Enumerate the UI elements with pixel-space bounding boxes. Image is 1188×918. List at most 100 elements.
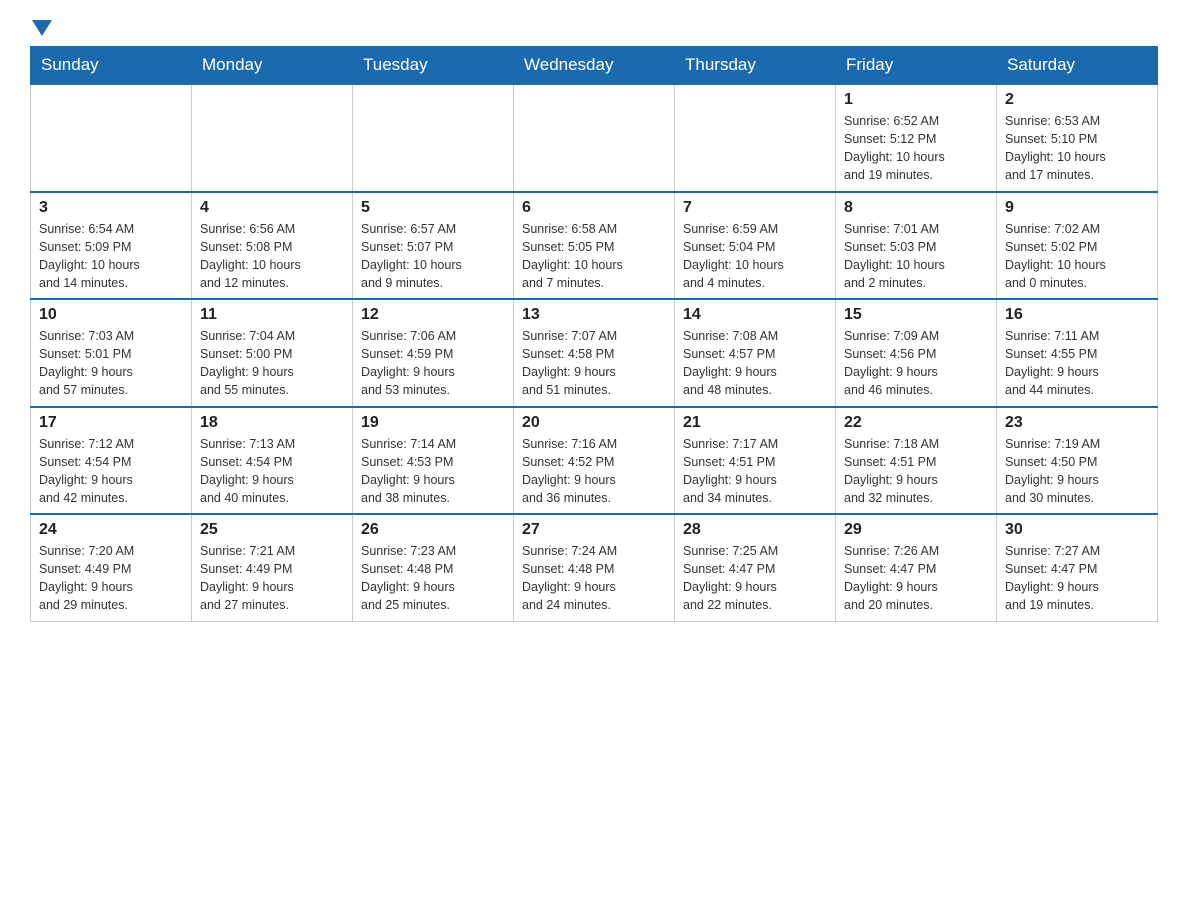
- day-info: Sunrise: 7:27 AM Sunset: 4:47 PM Dayligh…: [1005, 542, 1149, 615]
- calendar-cell: 27Sunrise: 7:24 AM Sunset: 4:48 PM Dayli…: [514, 514, 675, 621]
- calendar-cell: 7Sunrise: 6:59 AM Sunset: 5:04 PM Daylig…: [675, 192, 836, 300]
- calendar-cell: 14 Sunrise: 7:08 AM Sunset: 4:57 PM Dayli…: [675, 299, 836, 407]
- day-number: 21: [683, 414, 827, 432]
- day-info: Sunrise: 7:08 AM Sunset: 4:57 PM Dayligh…: [683, 327, 827, 400]
- day-number: 30: [1005, 521, 1149, 539]
- day-number: 12: [361, 306, 505, 324]
- day-number: 29: [844, 521, 988, 539]
- day-info: Sunrise: 7:16 AM Sunset: 4:52 PM Dayligh…: [522, 435, 666, 508]
- calendar-cell: [353, 84, 514, 192]
- calendar-cell: 13 Sunrise: 7:07 AM Sunset: 4:58 PM Dayli…: [514, 299, 675, 407]
- day-info: Sunrise: 7:04 AM Sunset: 5:00 PM Dayligh…: [200, 327, 344, 400]
- day-of-week-header: Thursday: [675, 47, 836, 85]
- day-number: 17: [39, 414, 183, 432]
- calendar-cell: 30 Sunrise: 7:27 AM Sunset: 4:47 PM Dayli…: [997, 514, 1158, 621]
- day-number: 13: [522, 306, 666, 324]
- calendar-cell: 18Sunrise: 7:13 AM Sunset: 4:54 PM Dayli…: [192, 407, 353, 515]
- day-number: 19: [361, 414, 505, 432]
- day-number: 15: [844, 306, 988, 324]
- day-info: Sunrise: 7:13 AM Sunset: 4:54 PM Dayligh…: [200, 435, 344, 508]
- calendar-cell: [31, 84, 192, 192]
- day-of-week-header: Friday: [836, 47, 997, 85]
- day-number: 5: [361, 199, 505, 217]
- day-info: Sunrise: 7:18 AM Sunset: 4:51 PM Dayligh…: [844, 435, 988, 508]
- calendar-table: SundayMondayTuesdayWednesdayThursdayFrid…: [30, 46, 1158, 622]
- calendar-cell: 2 Sunrise: 6:53 AM Sunset: 5:10 PM Daylig…: [997, 84, 1158, 192]
- day-info: Sunrise: 6:54 AM Sunset: 5:09 PM Dayligh…: [39, 220, 183, 293]
- day-number: 24: [39, 521, 183, 539]
- day-info: Sunrise: 7:19 AM Sunset: 4:50 PM Dayligh…: [1005, 435, 1149, 508]
- day-number: 25: [200, 521, 344, 539]
- page-header: [30, 20, 1158, 36]
- calendar-cell: 11 Sunrise: 7:04 AM Sunset: 5:00 PM Dayli…: [192, 299, 353, 407]
- day-number: 8: [844, 199, 988, 217]
- day-info: Sunrise: 6:57 AM Sunset: 5:07 PM Dayligh…: [361, 220, 505, 293]
- day-of-week-header: Monday: [192, 47, 353, 85]
- calendar-cell: 1 Sunrise: 6:52 AM Sunset: 5:12 PM Daylig…: [836, 84, 997, 192]
- day-info: Sunrise: 6:56 AM Sunset: 5:08 PM Dayligh…: [200, 220, 344, 293]
- calendar-cell: 23 Sunrise: 7:19 AM Sunset: 4:50 PM Dayli…: [997, 407, 1158, 515]
- day-info: Sunrise: 7:06 AM Sunset: 4:59 PM Dayligh…: [361, 327, 505, 400]
- calendar-cell: 28Sunrise: 7:25 AM Sunset: 4:47 PM Dayli…: [675, 514, 836, 621]
- day-number: 20: [522, 414, 666, 432]
- day-info: Sunrise: 7:01 AM Sunset: 5:03 PM Dayligh…: [844, 220, 988, 293]
- day-info: Sunrise: 6:58 AM Sunset: 5:05 PM Dayligh…: [522, 220, 666, 293]
- day-of-week-header: Sunday: [31, 47, 192, 85]
- day-number: 6: [522, 199, 666, 217]
- day-number: 22: [844, 414, 988, 432]
- calendar-cell: 6 Sunrise: 6:58 AM Sunset: 5:05 PM Daylig…: [514, 192, 675, 300]
- calendar-cell: [675, 84, 836, 192]
- day-info: Sunrise: 6:53 AM Sunset: 5:10 PM Dayligh…: [1005, 112, 1149, 185]
- day-of-week-header: Tuesday: [353, 47, 514, 85]
- logo-triangle-icon: [32, 20, 52, 36]
- day-number: 11: [200, 306, 344, 324]
- calendar-cell: 3 Sunrise: 6:54 AM Sunset: 5:09 PM Daylig…: [31, 192, 192, 300]
- calendar-cell: [514, 84, 675, 192]
- day-info: Sunrise: 7:14 AM Sunset: 4:53 PM Dayligh…: [361, 435, 505, 508]
- day-info: Sunrise: 7:07 AM Sunset: 4:58 PM Dayligh…: [522, 327, 666, 400]
- day-number: 9: [1005, 199, 1149, 217]
- day-info: Sunrise: 7:23 AM Sunset: 4:48 PM Dayligh…: [361, 542, 505, 615]
- day-info: Sunrise: 7:25 AM Sunset: 4:47 PM Dayligh…: [683, 542, 827, 615]
- calendar-cell: 16 Sunrise: 7:11 AM Sunset: 4:55 PM Dayli…: [997, 299, 1158, 407]
- day-info: Sunrise: 7:12 AM Sunset: 4:54 PM Dayligh…: [39, 435, 183, 508]
- day-number: 16: [1005, 306, 1149, 324]
- day-number: 26: [361, 521, 505, 539]
- day-info: Sunrise: 7:02 AM Sunset: 5:02 PM Dayligh…: [1005, 220, 1149, 293]
- day-info: Sunrise: 7:11 AM Sunset: 4:55 PM Dayligh…: [1005, 327, 1149, 400]
- calendar-cell: 24 Sunrise: 7:20 AM Sunset: 4:49 PM Dayli…: [31, 514, 192, 621]
- week-row: 1 Sunrise: 6:52 AM Sunset: 5:12 PM Daylig…: [31, 84, 1158, 192]
- calendar-cell: 4Sunrise: 6:56 AM Sunset: 5:08 PM Daylig…: [192, 192, 353, 300]
- calendar-cell: 5 Sunrise: 6:57 AM Sunset: 5:07 PM Daylig…: [353, 192, 514, 300]
- week-row: 24 Sunrise: 7:20 AM Sunset: 4:49 PM Dayli…: [31, 514, 1158, 621]
- day-number: 23: [1005, 414, 1149, 432]
- day-number: 14: [683, 306, 827, 324]
- week-row: 3 Sunrise: 6:54 AM Sunset: 5:09 PM Daylig…: [31, 192, 1158, 300]
- week-row: 17 Sunrise: 7:12 AM Sunset: 4:54 PM Dayli…: [31, 407, 1158, 515]
- day-number: 2: [1005, 91, 1149, 109]
- day-of-week-header: Wednesday: [514, 47, 675, 85]
- calendar-cell: 25 Sunrise: 7:21 AM Sunset: 4:49 PM Dayli…: [192, 514, 353, 621]
- day-number: 27: [522, 521, 666, 539]
- calendar-cell: 8 Sunrise: 7:01 AM Sunset: 5:03 PM Daylig…: [836, 192, 997, 300]
- calendar-cell: 12 Sunrise: 7:06 AM Sunset: 4:59 PM Dayli…: [353, 299, 514, 407]
- calendar-cell: 15Sunrise: 7:09 AM Sunset: 4:56 PM Dayli…: [836, 299, 997, 407]
- day-number: 7: [683, 199, 827, 217]
- day-number: 3: [39, 199, 183, 217]
- day-info: Sunrise: 7:21 AM Sunset: 4:49 PM Dayligh…: [200, 542, 344, 615]
- calendar-cell: 20 Sunrise: 7:16 AM Sunset: 4:52 PM Dayli…: [514, 407, 675, 515]
- day-info: Sunrise: 6:52 AM Sunset: 5:12 PM Dayligh…: [844, 112, 988, 185]
- day-info: Sunrise: 7:03 AM Sunset: 5:01 PM Dayligh…: [39, 327, 183, 400]
- day-number: 1: [844, 91, 988, 109]
- day-info: Sunrise: 7:26 AM Sunset: 4:47 PM Dayligh…: [844, 542, 988, 615]
- calendar-cell: 17 Sunrise: 7:12 AM Sunset: 4:54 PM Dayli…: [31, 407, 192, 515]
- day-number: 10: [39, 306, 183, 324]
- day-info: Sunrise: 7:20 AM Sunset: 4:49 PM Dayligh…: [39, 542, 183, 615]
- day-info: Sunrise: 7:17 AM Sunset: 4:51 PM Dayligh…: [683, 435, 827, 508]
- day-of-week-header: Saturday: [997, 47, 1158, 85]
- calendar-cell: 9 Sunrise: 7:02 AM Sunset: 5:02 PM Daylig…: [997, 192, 1158, 300]
- calendar-cell: 10 Sunrise: 7:03 AM Sunset: 5:01 PM Dayli…: [31, 299, 192, 407]
- calendar-cell: 19 Sunrise: 7:14 AM Sunset: 4:53 PM Dayli…: [353, 407, 514, 515]
- calendar-cell: [192, 84, 353, 192]
- logo: [30, 20, 52, 36]
